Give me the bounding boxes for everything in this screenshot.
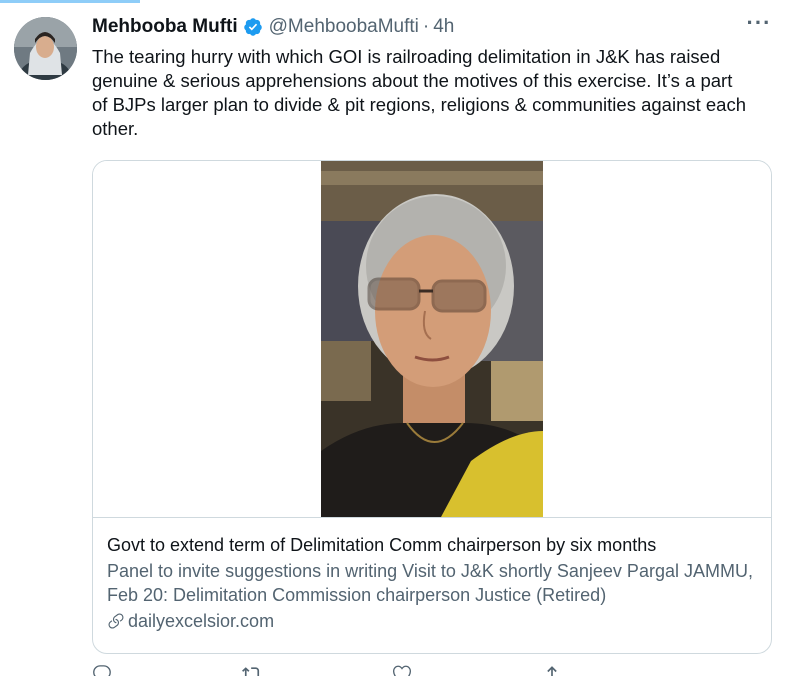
link-icon	[108, 613, 124, 629]
like-button[interactable]	[392, 664, 542, 676]
author-name[interactable]: Mehbooba Mufti	[92, 16, 238, 38]
card-image-area	[93, 161, 771, 518]
avatar[interactable]	[14, 17, 77, 80]
share-button[interactable]	[542, 664, 692, 676]
author-handle[interactable]: @MehboobaMufti	[269, 16, 419, 38]
card-domain[interactable]: dailyexcelsior.com	[128, 609, 274, 633]
separator-dot: ·	[422, 16, 430, 37]
avatar-image	[14, 17, 77, 80]
card-text-block: Govt to extend term of Delimitation Comm…	[107, 533, 757, 633]
tweet-text: The tearing hurry with which GOI is rail…	[92, 46, 747, 139]
like-icon	[392, 665, 412, 676]
card-domain-row: dailyexcelsior.com	[107, 609, 757, 633]
card-image	[321, 161, 543, 517]
tweet-actions	[92, 664, 692, 676]
tweet[interactable]: Mehbooba Mufti @MehboobaMufti · 4h ··· T…	[0, 0, 800, 676]
tweet-timestamp[interactable]: 4h	[433, 16, 454, 38]
share-icon	[547, 666, 557, 676]
page: Mehbooba Mufti @MehboobaMufti · 4h ··· T…	[0, 0, 800, 676]
more-options-icon[interactable]: ···	[746, 12, 772, 40]
link-preview-card[interactable]: Govt to extend term of Delimitation Comm…	[92, 160, 772, 654]
tweet-header: Mehbooba Mufti @MehboobaMufti · 4h	[92, 14, 454, 40]
card-title: Govt to extend term of Delimitation Comm…	[107, 535, 657, 555]
card-description: Panel to invite suggestions in writing V…	[107, 561, 753, 605]
retweet-icon	[242, 667, 260, 676]
retweet-button[interactable]	[242, 664, 392, 676]
reply-icon	[93, 665, 111, 676]
verified-badge-icon	[243, 17, 263, 37]
reply-button[interactable]	[92, 664, 242, 676]
